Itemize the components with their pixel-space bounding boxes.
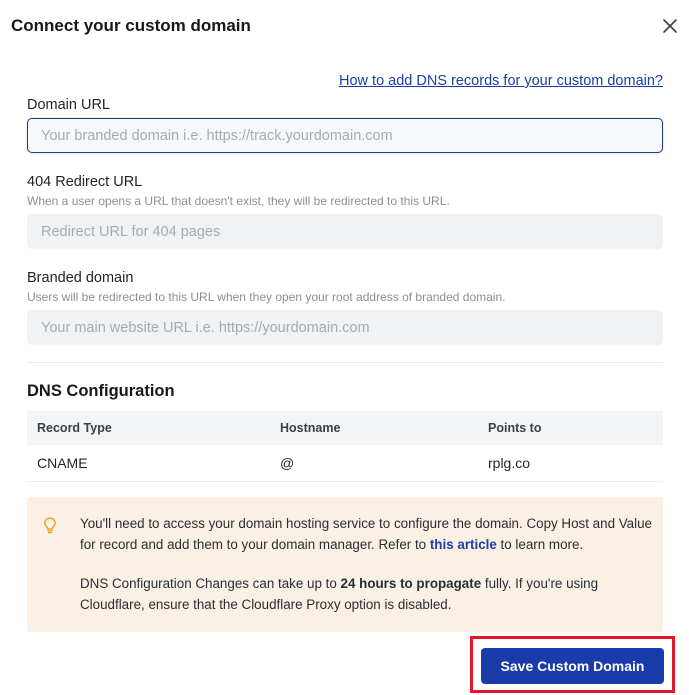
lightbulb-icon xyxy=(44,517,56,534)
branded-domain-help: Users will be redirected to this URL whe… xyxy=(27,290,506,304)
notice-text: to learn more. xyxy=(496,536,584,552)
column-header-record-type: Record Type xyxy=(27,411,270,445)
dns-table-header: Record Type Hostname Points to xyxy=(27,411,663,445)
redirect-404-input[interactable] xyxy=(27,214,663,249)
column-header-points-to: Points to xyxy=(478,411,663,445)
redirect-404-help: When a user opens a URL that doesn't exi… xyxy=(27,194,450,208)
domain-url-input[interactable] xyxy=(27,118,663,153)
hostname-cell: @ xyxy=(270,445,478,482)
modal-title: Connect your custom domain xyxy=(11,16,251,35)
column-header-hostname: Hostname xyxy=(270,411,478,445)
redirect-404-label: 404 Redirect URL xyxy=(27,174,143,190)
section-divider xyxy=(27,362,663,363)
notice-paragraph-propagation: DNS Configuration Changes can take up to… xyxy=(80,574,652,615)
points-to-cell: rplg.co xyxy=(478,445,663,482)
close-icon[interactable] xyxy=(661,17,679,35)
record-type-cell: CNAME xyxy=(27,445,270,482)
dns-help-link[interactable]: How to add DNS records for your custom d… xyxy=(339,73,663,89)
table-row: CNAME @ rplg.co xyxy=(27,445,663,482)
domain-url-label: Domain URL xyxy=(27,97,110,113)
dns-table: Record Type Hostname Points to CNAME @ r… xyxy=(27,411,663,482)
notice-text: DNS Configuration Changes can take up to xyxy=(80,576,341,591)
this-article-link[interactable]: this article xyxy=(430,537,497,552)
save-custom-domain-button[interactable]: Save Custom Domain xyxy=(481,648,664,684)
dns-notice: You'll need to access your domain hostin… xyxy=(27,497,663,632)
dns-section-title: DNS Configuration xyxy=(27,382,175,400)
notice-paragraph-access: You'll need to access your domain hostin… xyxy=(80,514,652,555)
branded-domain-label: Branded domain xyxy=(27,270,134,286)
propagation-time: 24 hours to propagate xyxy=(340,576,482,591)
branded-domain-input[interactable] xyxy=(27,310,663,345)
